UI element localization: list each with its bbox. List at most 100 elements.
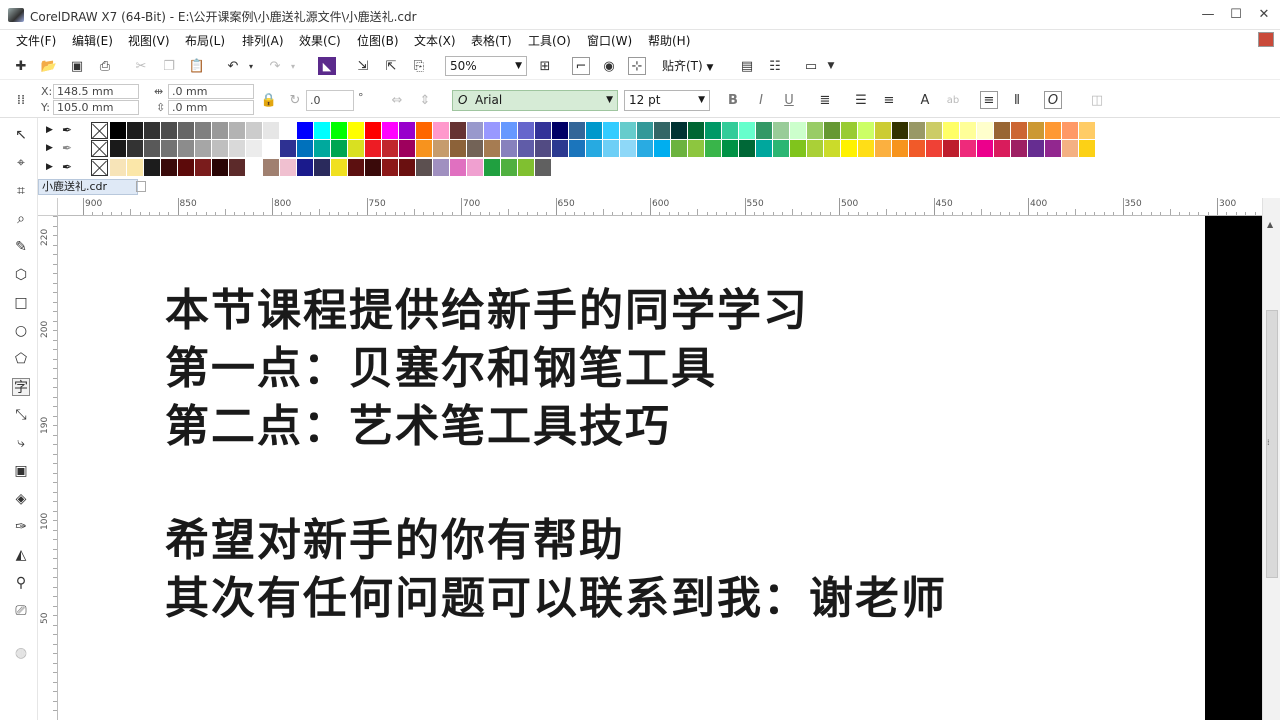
color-swatch[interactable] — [518, 140, 535, 157]
color-swatch[interactable] — [450, 122, 467, 139]
color-swatch[interactable] — [161, 122, 178, 139]
color-swatch[interactable] — [926, 140, 943, 157]
bullet-list-icon[interactable]: ☰ — [852, 91, 870, 109]
color-swatch[interactable] — [467, 140, 484, 157]
color-swatch[interactable] — [501, 122, 518, 139]
grid-icon[interactable]: ◉ — [600, 57, 618, 75]
color-swatch[interactable] — [365, 122, 382, 139]
color-swatch[interactable] — [671, 140, 688, 157]
edit-text-icon[interactable]: ab — [944, 91, 962, 109]
cut-icon[interactable]: ✂ — [132, 57, 150, 75]
no-color-swatch[interactable] — [91, 159, 108, 176]
color-swatch[interactable] — [382, 140, 399, 157]
color-swatch[interactable] — [790, 122, 807, 139]
interactive-opentype-icon[interactable]: O — [1044, 91, 1062, 109]
zoom-tool-icon[interactable]: ⌕ — [12, 210, 30, 228]
color-swatch[interactable] — [875, 140, 892, 157]
color-swatch[interactable] — [756, 122, 773, 139]
color-swatch[interactable] — [654, 140, 671, 157]
vertical-ruler[interactable]: 220 200 190 100 50 — [38, 216, 58, 720]
italic-icon[interactable]: I — [752, 91, 770, 109]
color-swatch[interactable] — [858, 140, 875, 157]
lock-ratio-icon[interactable]: 🔒 — [260, 91, 278, 109]
color-swatch[interactable] — [314, 159, 331, 176]
color-swatch[interactable] — [144, 159, 161, 176]
color-swatch[interactable] — [1079, 122, 1096, 139]
color-swatch[interactable] — [807, 140, 824, 157]
color-swatch[interactable] — [331, 122, 348, 139]
color-swatch[interactable] — [450, 159, 467, 176]
color-swatch[interactable] — [331, 159, 348, 176]
text-alignment-icon[interactable]: ≣ — [816, 91, 834, 109]
object-origin-icon[interactable]: ⁞⁞ — [12, 91, 30, 109]
color-swatch[interactable] — [314, 140, 331, 157]
color-swatch[interactable] — [637, 122, 654, 139]
color-swatch[interactable] — [212, 159, 229, 176]
interactive-fill-tool-icon[interactable]: ◭ — [12, 546, 30, 564]
ruler-origin[interactable] — [38, 198, 58, 216]
color-swatch[interactable] — [433, 140, 450, 157]
color-swatch[interactable] — [569, 140, 586, 157]
color-swatch[interactable] — [110, 122, 127, 139]
shape-tool-icon[interactable]: ⌖ — [12, 154, 30, 172]
color-swatch[interactable] — [246, 159, 263, 176]
color-swatch[interactable] — [841, 140, 858, 157]
black-rectangle-object[interactable] — [1205, 216, 1262, 720]
app-launcher-icon[interactable]: ◫ — [1088, 91, 1106, 109]
canvas-text-line[interactable]: 第一点：贝塞尔和钢笔工具 — [165, 342, 717, 396]
rectangle-tool-icon[interactable]: □ — [12, 294, 30, 312]
menu-table[interactable]: 表格(T) — [471, 32, 512, 49]
color-swatch[interactable] — [722, 140, 739, 157]
color-swatch[interactable] — [348, 140, 365, 157]
crop-tool-icon[interactable]: ⌗ — [12, 182, 30, 200]
chevron-down-icon[interactable]: ▼ — [822, 57, 840, 75]
y-position-input[interactable]: 105.0 mm — [53, 100, 139, 115]
drop-shadow-tool-icon[interactable]: ▣ — [12, 462, 30, 480]
print-icon[interactable]: ⎙ — [96, 57, 114, 75]
color-swatch[interactable] — [722, 122, 739, 139]
canvas-text-line[interactable]: 其次有任何问题可以联系到我：谢老师 — [165, 572, 947, 626]
color-swatch[interactable] — [297, 122, 314, 139]
color-swatch[interactable] — [263, 122, 280, 139]
color-swatch[interactable] — [195, 122, 212, 139]
color-swatch[interactable] — [416, 140, 433, 157]
color-swatch[interactable] — [144, 122, 161, 139]
export-icon[interactable]: ⇱ — [382, 57, 400, 75]
maximize-button[interactable]: ☐ — [1226, 6, 1246, 24]
color-swatch[interactable] — [875, 122, 892, 139]
redo-icon[interactable]: ↷ — [266, 57, 284, 75]
eyedropper-icon[interactable]: ✒ — [62, 141, 72, 155]
open-icon[interactable]: 📂 — [40, 57, 58, 75]
color-swatch[interactable] — [1079, 140, 1096, 157]
color-swatch[interactable] — [620, 140, 637, 157]
canvas-text-line[interactable]: 本节课程提供给新手的同学学习 — [165, 284, 809, 338]
rotation-input[interactable]: .0 — [306, 90, 354, 111]
drop-cap-icon[interactable]: ≡ — [880, 91, 898, 109]
color-swatch[interactable] — [552, 122, 569, 139]
document-tab[interactable]: 小鹿送礼.cdr — [38, 179, 138, 195]
color-swatch[interactable] — [280, 140, 297, 157]
color-swatch[interactable] — [841, 122, 858, 139]
text-tool-icon[interactable]: 字 — [12, 378, 30, 396]
smart-fill-icon[interactable]: ⚲ — [12, 574, 30, 592]
color-swatch[interactable] — [518, 159, 535, 176]
menu-text[interactable]: 文本(X) — [414, 32, 456, 49]
color-swatch[interactable] — [1011, 122, 1028, 139]
color-swatch[interactable] — [909, 140, 926, 157]
user-account-icon[interactable] — [1258, 32, 1274, 47]
color-swatch[interactable] — [212, 140, 229, 157]
color-swatch[interactable] — [280, 122, 297, 139]
color-swatch[interactable] — [467, 122, 484, 139]
undo-dropdown-icon[interactable]: ▾ — [242, 57, 260, 75]
color-swatch[interactable] — [552, 140, 569, 157]
menu-bitmaps[interactable]: 位图(B) — [357, 32, 399, 49]
color-swatch[interactable] — [1011, 140, 1028, 157]
eyedropper-icon[interactable]: ✒ — [62, 160, 72, 174]
color-swatch[interactable] — [484, 159, 501, 176]
color-swatch[interactable] — [688, 140, 705, 157]
menu-layout[interactable]: 布局(L) — [185, 32, 225, 49]
color-swatch[interactable] — [790, 140, 807, 157]
color-swatch[interactable] — [280, 159, 297, 176]
color-swatch[interactable] — [399, 122, 416, 139]
color-swatch[interactable] — [739, 122, 756, 139]
